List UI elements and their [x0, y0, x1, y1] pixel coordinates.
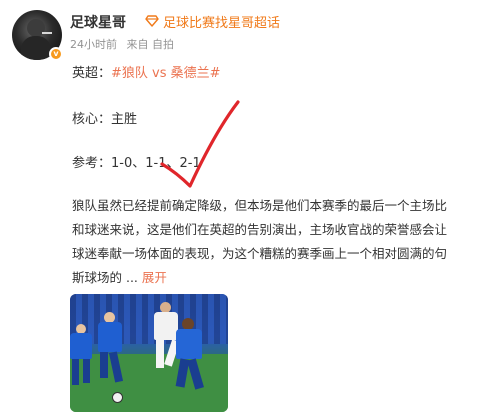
core-value: 主胜 [111, 112, 138, 127]
reference-label: 参考： [72, 156, 112, 171]
username[interactable]: 足球星哥 [70, 12, 126, 32]
match-hashtag[interactable]: #狼队 vs 桑德兰# [111, 66, 221, 81]
post-time: 24小时前 [70, 38, 117, 51]
core-line: 核心：主胜 [72, 108, 137, 127]
expand-link[interactable]: 展开 [142, 270, 167, 285]
core-label: 核心： [72, 112, 112, 127]
league-line: 英超：#狼队 vs 桑德兰# [72, 62, 221, 81]
post-body: 狼队虽然已经提前确定降级，但本场是他们本赛季的最后一个主场比 和球迷来说，这是他… [72, 194, 492, 290]
post-header: v 足球星哥 足球比赛找星哥超话 24小时前 来自 自拍 [12, 8, 482, 61]
body-line: 球迷奉献一场体面的表现，为这个糟糕的赛季画上一个相对圆满的句 [72, 246, 448, 261]
body-line-last: 斯球场的 ... 展开 [72, 266, 492, 290]
league-label: 英超： [72, 66, 112, 81]
body-line: 斯球场的 ... [72, 270, 138, 285]
football [112, 392, 123, 403]
verified-badge-icon: v [49, 47, 63, 61]
super-topic-link[interactable]: 足球比赛找星哥超话 [145, 12, 281, 31]
red-checkmark-icon [160, 100, 240, 188]
post-meta: 24小时前 来自 自拍 [70, 36, 180, 52]
post-image[interactable] [70, 294, 228, 412]
post-source: 来自 自拍 [126, 38, 175, 51]
diamond-icon [145, 15, 159, 27]
super-topic-label: 足球比赛找星哥超话 [163, 15, 281, 31]
body-line: 狼队虽然已经提前确定降级，但本场是他们本赛季的最后一个主场比 [72, 198, 448, 213]
body-line: 和球迷来说，这是他们在英超的告别演出，主场收官战的荣誉感会让 [72, 222, 448, 237]
